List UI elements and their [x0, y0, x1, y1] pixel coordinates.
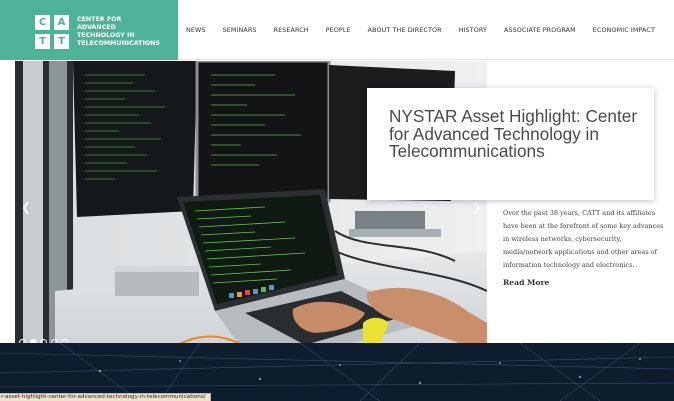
logo-letter: T	[54, 34, 69, 49]
chevron-left-icon[interactable]: ❮	[21, 200, 31, 214]
highlight-title[interactable]: NYSTAR Asset Highlight: Center for Advan…	[389, 107, 638, 161]
nav-news[interactable]: NEWS	[186, 26, 206, 34]
highlight-excerpt: Over the past 38 years, CATT and its aff…	[503, 209, 664, 269]
logo-text: CENTER FOR ADVANCED TECHNOLOGY IN TELECO…	[77, 16, 173, 48]
chevron-right-icon[interactable]: ❯	[472, 200, 482, 214]
logo-letter: A	[54, 15, 69, 30]
status-bar-url: r-asset-highlight-center-for-advanced-te…	[0, 393, 211, 401]
site-header: C A T T CENTER FOR ADVANCED TECHNOLOGY I…	[0, 0, 674, 60]
logo-letter: T	[35, 34, 50, 49]
nav-research[interactable]: RESEARCH	[274, 26, 309, 34]
logo-line: TECHNOLOGY IN	[77, 32, 135, 39]
logo-line: TELECOMMUNICATIONS	[77, 40, 160, 47]
logo-line: ADVANCED	[77, 24, 116, 31]
nav-associate-program[interactable]: ASSOCIATE PROGRAM	[504, 26, 576, 34]
catt-logo[interactable]: C A T T CENTER FOR ADVANCED TECHNOLOGY I…	[0, 0, 178, 60]
nav-history[interactable]: HISTORY	[459, 26, 487, 34]
nav-about-the-director[interactable]: ABOUT THE DIRECTOR	[368, 26, 442, 34]
logo-line: CENTER FOR	[77, 16, 122, 23]
highlight-card: NYSTAR Asset Highlight: Center for Advan…	[367, 88, 654, 200]
main-nav: NEWS SEMINARS RESEARCH PEOPLE ABOUT THE …	[186, 0, 672, 60]
logo-mark: C A T T	[35, 15, 69, 49]
nav-economic-impact[interactable]: ECONOMIC IMPACT	[593, 26, 655, 34]
logo-letter: C	[35, 15, 50, 30]
hero-slider: ❮ ❯ NYSTAR Asset Highlight: Center for A…	[15, 61, 674, 353]
nav-people[interactable]: PEOPLE	[326, 26, 351, 34]
page: C A T T CENTER FOR ADVANCED TECHNOLOGY I…	[0, 0, 674, 401]
read-more-link[interactable]: Read More	[503, 278, 549, 287]
nav-seminars[interactable]: SEMINARS	[223, 26, 257, 34]
